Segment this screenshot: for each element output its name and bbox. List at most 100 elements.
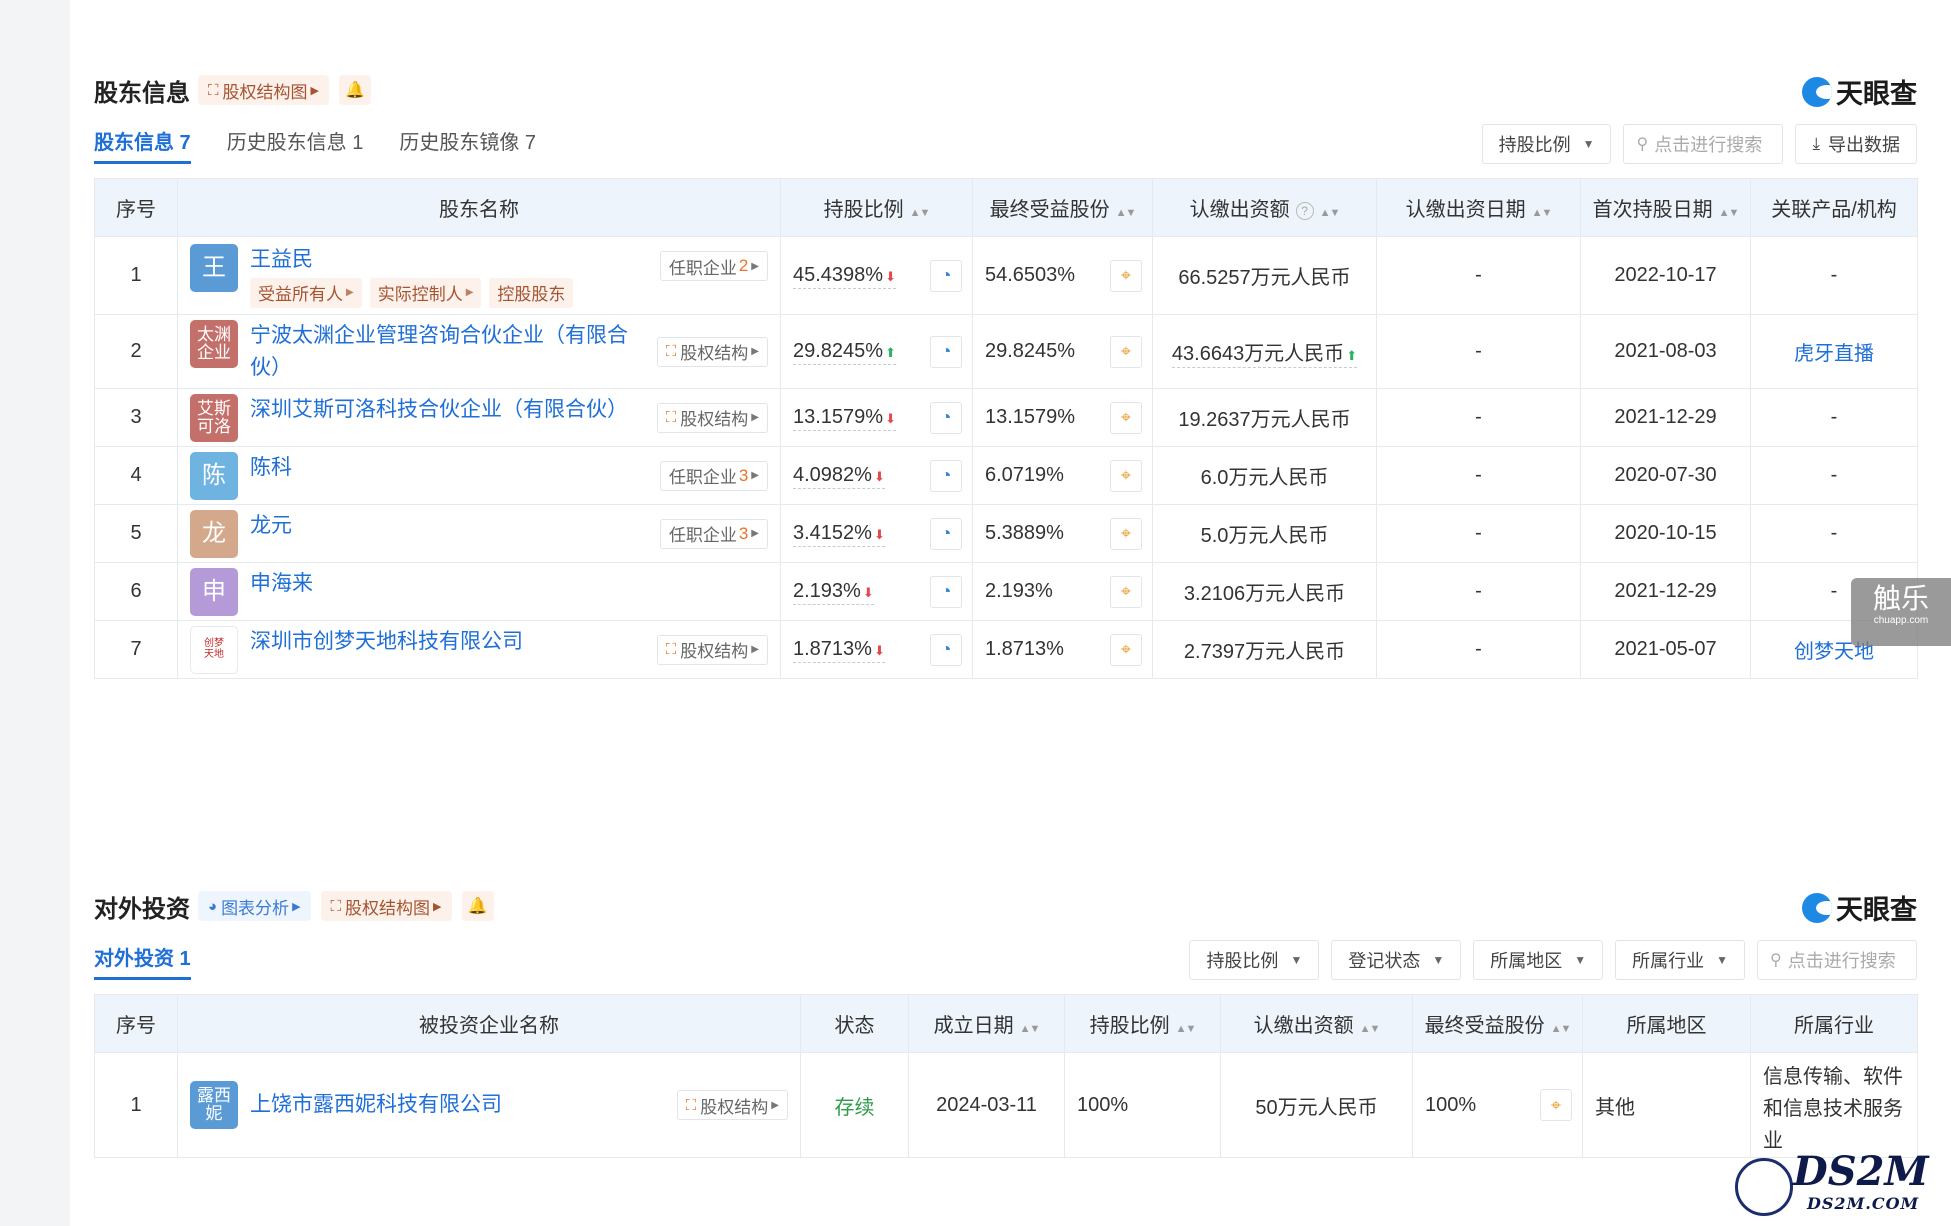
col-sub-date[interactable]: 认缴出资日期 ▲▼ <box>1376 178 1581 237</box>
pie-chart-icon[interactable]: ◔ <box>930 575 962 608</box>
chule-url: chuapp.com <box>1873 614 1929 626</box>
chart-analysis-button[interactable]: ◕ 图表分析 ▶ <box>198 891 311 921</box>
pie-chart-icon[interactable]: ◔ <box>930 633 962 666</box>
related-companies-button[interactable]: 任职企业 3 ▶ <box>659 460 768 491</box>
penetration-icon[interactable]: ⌖ <box>1110 517 1142 550</box>
sort-icon[interactable]: ▲▼ <box>1020 1023 1041 1035</box>
ratio-cell: 2.193% ⬇ ◔ <box>780 562 973 621</box>
region-filter-dropdown[interactable]: 所属地区 ▼ <box>1473 940 1604 980</box>
final-benefit-cell: 13.1579% ⌖ <box>972 388 1153 447</box>
pie-chart-icon[interactable]: ◔ <box>930 459 962 492</box>
shareholder-name-cell: 陈陈科 任职企业 3 ▶ <box>177 446 781 505</box>
col-capital[interactable]: 认缴出资额 ▲▼ <box>1220 994 1413 1053</box>
industry-filter-dropdown[interactable]: 所属行业 ▼ <box>1615 940 1745 980</box>
col-industry: 所属行业 <box>1750 994 1918 1053</box>
tab-history-shareholders[interactable]: 历史股东信息 1 <box>227 120 364 164</box>
sort-icon[interactable]: ▲▼ <box>1320 207 1341 219</box>
sort-icon[interactable]: ▲▼ <box>1551 1023 1572 1035</box>
col-ratio[interactable]: 持股比例 ▲▼ <box>1064 994 1221 1053</box>
status-filter-dropdown[interactable]: 登记状态 ▼ <box>1331 940 1462 980</box>
avatar: 龙 <box>190 509 238 558</box>
penetration-icon[interactable]: ⌖ <box>1110 633 1142 666</box>
caret-right-icon: ▶ <box>771 1099 779 1111</box>
sort-icon[interactable]: ▲▼ <box>1532 207 1553 219</box>
investment-search-input[interactable]: ⚲ 点击进行搜索 <box>1757 940 1917 980</box>
ratio-value[interactable]: 3.4152% ⬇ <box>793 522 885 547</box>
capital-value: 66.5257万元人民币 <box>1178 267 1350 289</box>
col-final-label: 最终受益股份 <box>1424 1015 1545 1037</box>
ratio-value[interactable]: 4.0982% ⬇ <box>793 464 885 489</box>
sort-icon[interactable]: ▲▼ <box>1116 207 1137 219</box>
sub-date-cell: - <box>1376 314 1581 389</box>
ratio-filter-dropdown[interactable]: 持股比例 ▼ <box>1189 940 1320 980</box>
col-status: 状态 <box>800 994 909 1053</box>
shareholder-name-link[interactable]: 深圳市创梦天地科技有限公司 <box>250 626 663 658</box>
ratio-value[interactable]: 1.8713% ⬇ <box>793 638 885 663</box>
shareholder-name-link[interactable]: 陈科 <box>250 452 432 484</box>
caret-right-icon: ▶ <box>751 412 759 423</box>
bell-icon[interactable]: 🔔 <box>338 75 371 105</box>
related-cell[interactable]: 虎牙直播 <box>1750 314 1918 389</box>
equity-structure-button[interactable]: ⛶ 股权结构 ▶ <box>656 336 768 367</box>
penetration-icon[interactable]: ⌖ <box>1110 575 1142 608</box>
ratio-text: 3.4152% <box>793 522 872 544</box>
capital-cell: 6.0万元人民币 <box>1152 446 1377 505</box>
ratio-value[interactable]: 13.1579% ⬇ <box>793 406 896 431</box>
ratio-value[interactable]: 29.8245% ⬆ <box>793 340 896 365</box>
tab-shareholders[interactable]: 股东信息 7 <box>94 120 191 164</box>
col-first-date[interactable]: 首次持股日期 ▲▼ <box>1580 178 1751 237</box>
shareholder-name-link[interactable]: 申海来 <box>250 568 453 600</box>
related-companies-button[interactable]: 任职企业 2 ▶ <box>659 251 768 281</box>
ratio-cell: 45.4398% ⬇ ◔ <box>780 236 973 315</box>
bell-icon[interactable]: 🔔 <box>461 891 494 921</box>
export-button[interactable]: ⤓ 导出数据 <box>1795 124 1917 164</box>
help-icon[interactable]: ? <box>1295 201 1314 220</box>
role-badge[interactable]: 控股股东 <box>489 277 574 308</box>
equity-structure-button[interactable]: ⛶ 股权结构 ▶ <box>676 1090 788 1120</box>
col-found-date[interactable]: 成立日期 ▲▼ <box>908 994 1065 1053</box>
equity-structure-button[interactable]: ⛶ 股权结构 ▶ <box>656 402 768 433</box>
shareholder-name-link[interactable]: 龙元 <box>250 510 432 542</box>
pie-chart-icon[interactable]: ◔ <box>930 401 962 434</box>
first-date-cell: 2022-10-17 <box>1580 236 1751 315</box>
trend-down-icon: ⬇ <box>873 527 885 542</box>
name-column: 龙元 <box>250 510 432 542</box>
ratio-filter-dropdown[interactable]: 持股比例 ▼ <box>1481 124 1612 164</box>
related-companies-button[interactable]: 任职企业 3 ▶ <box>659 518 768 549</box>
final-benefit-cell: 5.3889% ⌖ <box>972 504 1153 563</box>
tab-history-mirror[interactable]: 历史股东镜像 7 <box>399 120 536 164</box>
penetration-icon[interactable]: ⌖ <box>1110 401 1142 434</box>
role-badge[interactable]: 受益所有人 ▶ <box>250 277 362 308</box>
shareholder-name-cell: 艾斯 可洛 深圳艾斯可洛科技合伙企业（有限合伙） ⛶ 股权结构 ▶ <box>177 388 781 447</box>
equity-chart-button[interactable]: ⛶ 股权结构图 ▶ <box>198 75 329 105</box>
avatar: 露西妮 <box>190 1081 238 1129</box>
tab-investments[interactable]: 对外投资 1 <box>94 936 191 980</box>
sort-icon[interactable]: ▲▼ <box>1360 1023 1381 1035</box>
penetration-icon[interactable]: ⌖ <box>1110 259 1142 292</box>
col-final-benefit[interactable]: 最终受益股份 ▲▼ <box>1412 994 1583 1053</box>
pie-chart-icon[interactable]: ◔ <box>930 335 962 368</box>
col-final-benefit[interactable]: 最终受益股份 ▲▼ <box>972 178 1153 237</box>
shareholder-name-link[interactable]: 王益民 <box>250 244 581 276</box>
company-name-link[interactable]: 上饶市露西妮科技有限公司 <box>250 1089 642 1121</box>
pie-chart-icon[interactable]: ◔ <box>930 517 962 550</box>
ratio-value[interactable]: 2.193% ⬇ <box>793 580 874 605</box>
sort-icon[interactable]: ▲▼ <box>910 207 931 219</box>
badge-label: 控股股东 <box>497 285 566 304</box>
investment-equity-chart-button[interactable]: ⛶ 股权结构图 ▶ <box>320 891 452 921</box>
penetration-icon[interactable]: ⌖ <box>1110 459 1142 492</box>
equity-structure-button[interactable]: ⛶ 股权结构 ▶ <box>656 634 768 665</box>
sort-icon[interactable]: ▲▼ <box>1176 1023 1197 1035</box>
shareholder-search-input[interactable]: ⚲ 点击进行搜索 <box>1623 124 1784 164</box>
role-badge[interactable]: 实际控制人 ▶ <box>369 277 482 308</box>
ratio-value[interactable]: 45.4398% ⬇ <box>793 264 896 289</box>
chevron-down-icon: ▼ <box>1432 953 1445 967</box>
penetration-icon[interactable]: ⌖ <box>1110 335 1142 368</box>
tianyancha-logo: 天眼查 <box>1802 888 1917 927</box>
pie-chart-icon[interactable]: ◔ <box>930 259 962 292</box>
col-ratio[interactable]: 持股比例 ▲▼ <box>780 178 973 237</box>
penetration-icon[interactable]: ⌖ <box>1540 1089 1572 1121</box>
sort-icon[interactable]: ▲▼ <box>1719 207 1740 219</box>
capital-cell: 5.0万元人民币 <box>1152 504 1377 563</box>
col-capital[interactable]: 认缴出资额? ▲▼ <box>1152 178 1377 237</box>
